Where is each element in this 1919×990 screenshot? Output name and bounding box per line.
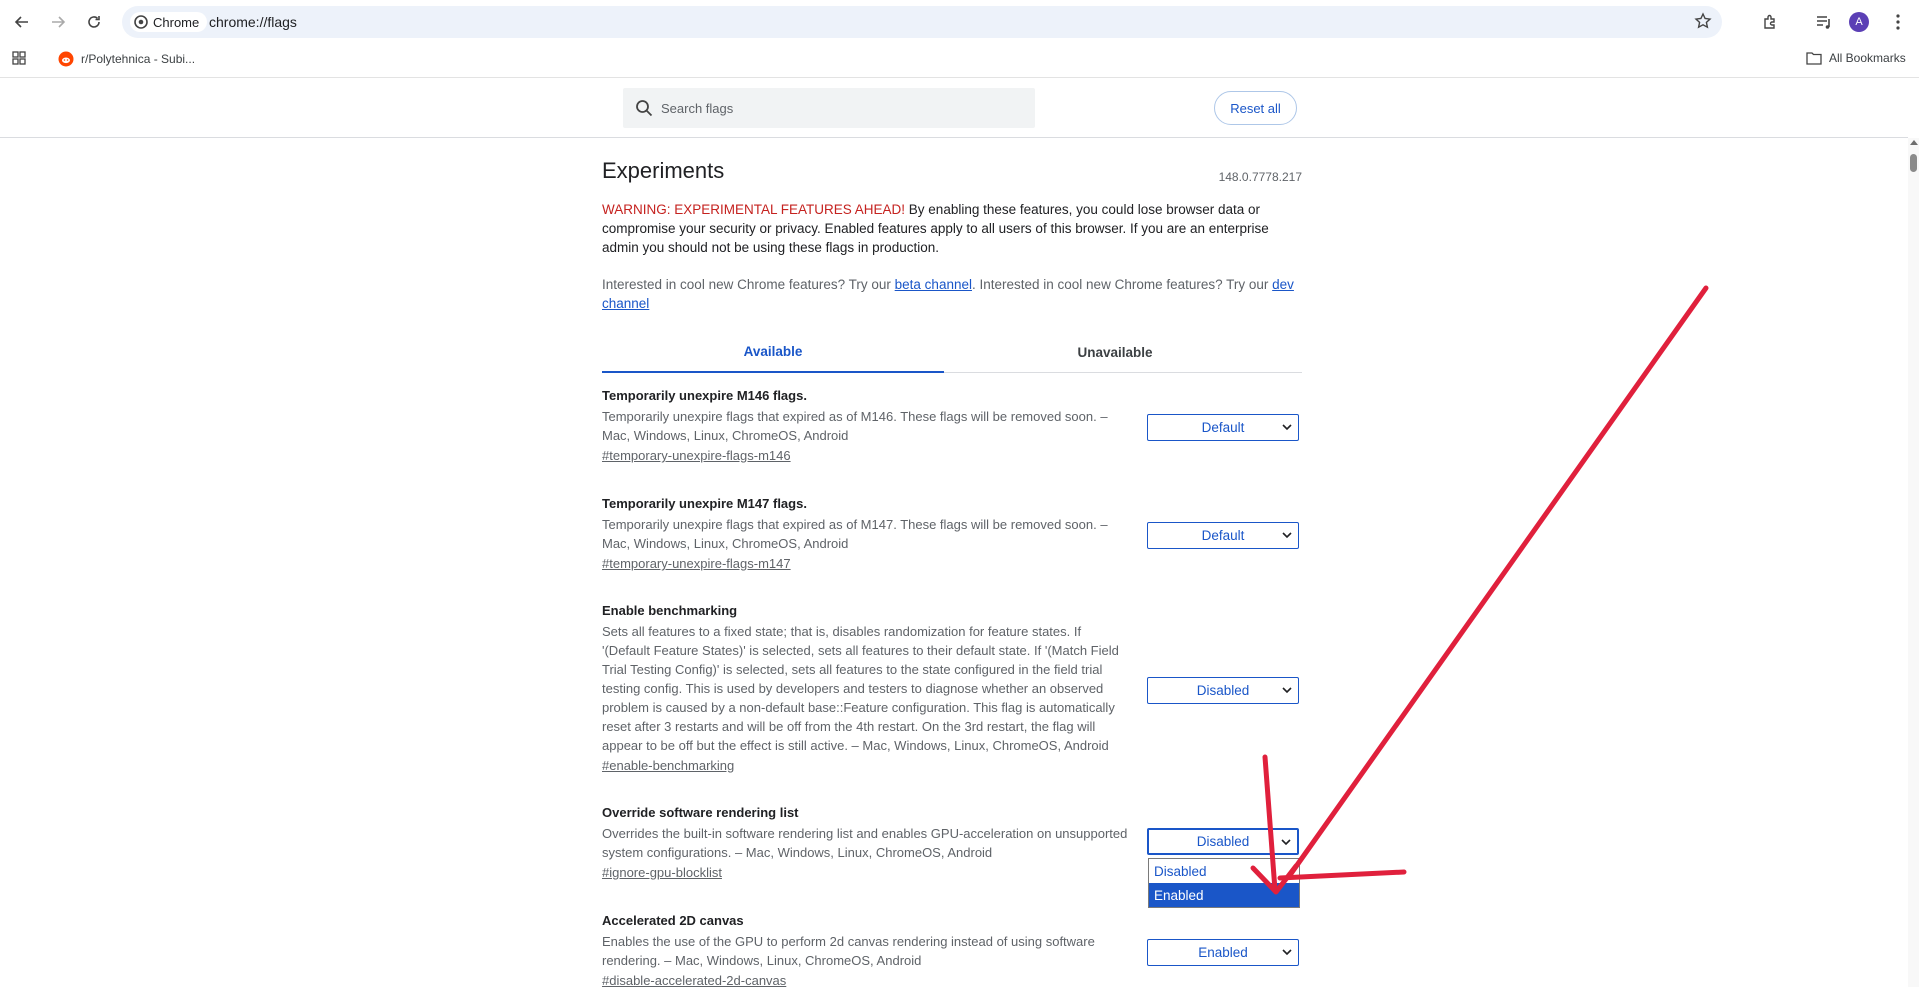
media-queue-icon: [1817, 16, 1830, 29]
warning-heading: WARNING: EXPERIMENTAL FEATURES AHEAD!: [602, 202, 906, 217]
flag-select[interactable]: Disabled: [1147, 828, 1299, 855]
address-bar[interactable]: Chrome chrome://flags: [122, 6, 1722, 38]
flag-anchor-link[interactable]: #temporary-unexpire-flags-m146: [602, 448, 791, 463]
channel-promo: Interested in cool new Chrome features? …: [602, 275, 1302, 313]
media-controls-button[interactable]: [1812, 10, 1836, 34]
search-icon: [636, 100, 653, 117]
back-button[interactable]: [10, 10, 34, 34]
flag-description: Overrides the built-in software renderin…: [602, 826, 1128, 860]
chevron-down-icon: [1282, 532, 1292, 539]
flag-name: Enable benchmarking: [602, 603, 738, 618]
promo-text-2: . Interested in cool new Chrome features…: [971, 277, 1273, 292]
browser-toolbar: Chrome chrome://flags A: [0, 0, 1919, 44]
apps-button[interactable]: [12, 51, 26, 65]
folder-icon: [1806, 52, 1822, 65]
flag-item: Enable benchmarking Sets all features to…: [602, 603, 1302, 775]
flag-select-value: Enabled: [1198, 945, 1248, 960]
flag-description: Temporarily unexpire flags that expired …: [602, 409, 1108, 443]
dropdown-list: Disabled Enabled: [1148, 858, 1300, 908]
bookmark-star-button[interactable]: [1694, 12, 1712, 35]
version-label: 148.0.7778.217: [1218, 170, 1302, 184]
forward-button[interactable]: [46, 10, 70, 34]
scrollbar[interactable]: [1908, 138, 1919, 987]
flag-anchor-link[interactable]: #temporary-unexpire-flags-m147: [602, 556, 791, 571]
flag-select[interactable]: Enabled: [1147, 939, 1299, 966]
flags-header: Reset all: [0, 78, 1908, 138]
flag-name: Override software rendering list: [602, 805, 799, 820]
back-arrow-icon: [14, 16, 28, 28]
search-box[interactable]: [623, 88, 1035, 128]
star-icon: [1694, 12, 1712, 29]
all-bookmarks-label: All Bookmarks: [1829, 51, 1906, 65]
scroll-thumb[interactable]: [1910, 154, 1917, 172]
chevron-down-icon: [1282, 424, 1292, 431]
tab-unavailable[interactable]: Unavailable: [944, 331, 1286, 373]
flag-anchor-link[interactable]: #disable-accelerated-2d-canvas: [602, 973, 786, 988]
annotation-arrow-long: [1287, 285, 1709, 878]
avatar: A: [1849, 12, 1869, 32]
annotation-arrows: [1250, 285, 1709, 895]
url-text[interactable]: chrome://flags: [209, 14, 297, 30]
flag-description: Temporarily unexpire flags that expired …: [602, 517, 1108, 551]
reload-button[interactable]: [82, 10, 106, 34]
flag-item: Temporarily unexpire M147 flags. Tempora…: [602, 496, 1302, 573]
search-input[interactable]: [661, 100, 1001, 116]
chrome-logo-icon: [134, 15, 148, 29]
flag-anchor-link[interactable]: #ignore-gpu-blocklist: [602, 865, 722, 880]
reddit-icon: [58, 51, 74, 67]
bookmark-item[interactable]: r/Polytehnica - Subi...: [58, 51, 195, 67]
flag-select[interactable]: Disabled: [1147, 677, 1299, 704]
warning-text: WARNING: EXPERIMENTAL FEATURES AHEAD! By…: [602, 200, 1302, 257]
chrome-chip[interactable]: Chrome: [130, 12, 208, 32]
chevron-down-icon: [1282, 687, 1292, 694]
flag-select-value: Disabled: [1196, 834, 1250, 849]
kebab-menu-icon: [1896, 14, 1900, 30]
extensions-button[interactable]: [1759, 10, 1783, 34]
page-title: Experiments: [602, 158, 725, 183]
dropdown-option-disabled[interactable]: Disabled: [1149, 859, 1299, 883]
chevron-down-icon: [1281, 839, 1291, 846]
flag-item: Accelerated 2D canvas Enables the use of…: [602, 913, 1302, 990]
reload-icon: [88, 16, 100, 28]
forward-arrow-icon: [52, 16, 66, 28]
tab-available[interactable]: Available: [602, 331, 944, 373]
all-bookmarks-button[interactable]: All Bookmarks: [1806, 51, 1906, 65]
reset-all-button[interactable]: Reset all: [1214, 91, 1297, 125]
chevron-down-icon: [1282, 949, 1292, 956]
profile-button[interactable]: A: [1847, 10, 1871, 34]
flag-select-value: Disabled: [1196, 683, 1250, 698]
menu-button[interactable]: [1886, 10, 1910, 34]
flag-name: Accelerated 2D canvas: [602, 913, 744, 928]
flag-select[interactable]: Default: [1147, 414, 1299, 441]
flag-select-value: Default: [1201, 528, 1245, 543]
flag-select[interactable]: Default: [1147, 522, 1299, 549]
apps-grid-icon: [12, 51, 26, 65]
flag-name: Temporarily unexpire M147 flags.: [602, 496, 807, 511]
puzzle-icon: [1764, 14, 1775, 29]
flag-description: Sets all features to a fixed state; that…: [602, 624, 1119, 753]
flag-description: Enables the use of the GPU to perform 2d…: [602, 934, 1095, 968]
dropdown-option-enabled[interactable]: Enabled: [1149, 883, 1299, 907]
beta-channel-link[interactable]: beta channel: [895, 277, 972, 292]
flag-select-value: Default: [1201, 420, 1245, 435]
chip-label: Chrome: [153, 14, 200, 30]
scroll-up-arrow-icon[interactable]: [1910, 140, 1918, 145]
tab-bar: Available Unavailable: [602, 331, 1302, 373]
flag-item: Temporarily unexpire M146 flags. Tempora…: [602, 388, 1302, 465]
flag-anchor-link[interactable]: #enable-benchmarking: [602, 758, 734, 773]
bookmark-label: r/Polytehnica - Subi...: [81, 52, 196, 66]
promo-text-1: Interested in cool new Chrome features? …: [602, 277, 895, 292]
flag-name: Temporarily unexpire M146 flags.: [602, 388, 807, 403]
bookmarks-bar: r/Polytehnica - Subi... All Bookmarks: [0, 44, 1919, 78]
